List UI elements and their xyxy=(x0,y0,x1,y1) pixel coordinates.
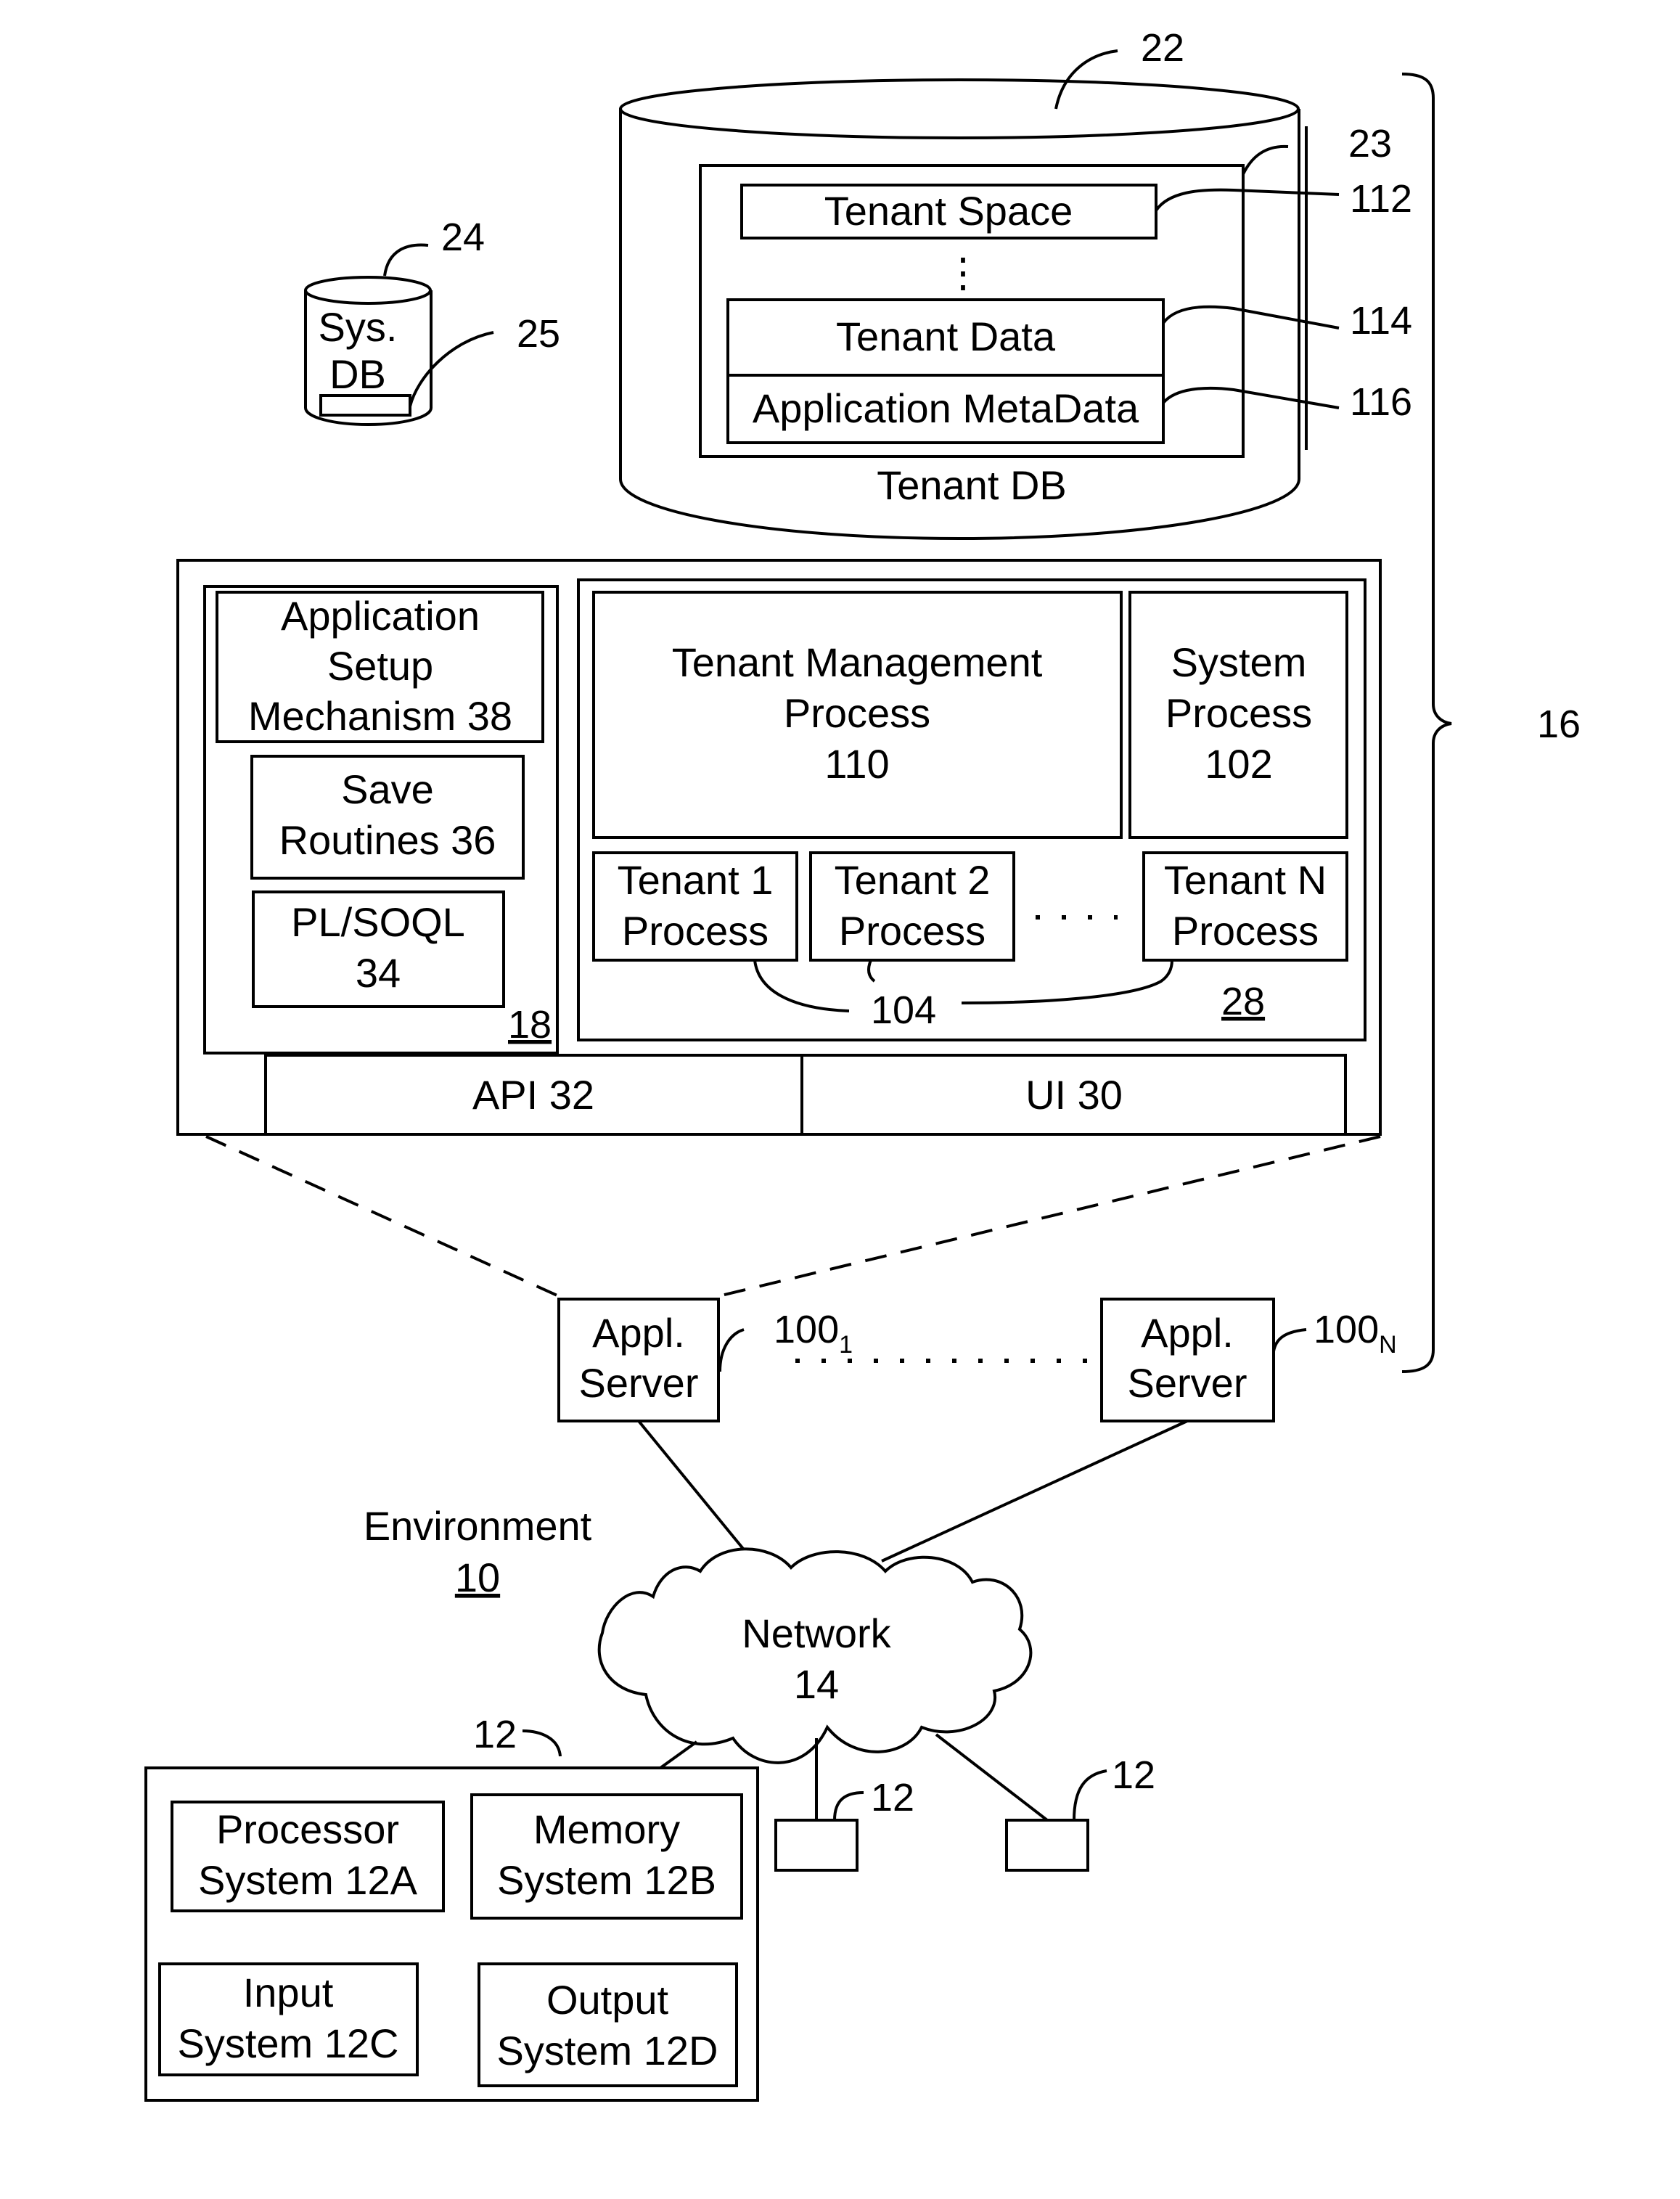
system-brace xyxy=(1401,73,1452,1373)
tenant-2-line-2: Process xyxy=(839,908,986,954)
tenant-data-label: Tenant Data xyxy=(836,314,1056,359)
ref-100-n: 100N xyxy=(1314,1308,1397,1359)
app-server-1-line-2: Server xyxy=(579,1360,699,1406)
zoom-line-left xyxy=(205,1135,560,1298)
ref-18: 18 xyxy=(508,1003,552,1047)
environment-label: Environment xyxy=(364,1503,592,1549)
tenant-mgmt-line-2: Process xyxy=(784,690,930,736)
processor-line-1: Processor xyxy=(216,1806,399,1852)
environment-ref: 10 xyxy=(455,1555,500,1600)
system-process-line-1: System xyxy=(1171,639,1307,685)
sys-db-label-1: Sys. xyxy=(319,304,398,350)
plsoql-line-2: 34 xyxy=(356,950,401,996)
ref-114: 114 xyxy=(1350,299,1412,343)
plsoql-line-1: PL/SOQL xyxy=(291,899,465,945)
app-setup-line-2: Setup xyxy=(327,643,433,689)
ref-12-main: 12 xyxy=(473,1713,517,1756)
zoom-line-right xyxy=(718,1135,1381,1298)
ref-12-second: 12 xyxy=(871,1776,914,1819)
tenant-1-line-2: Process xyxy=(622,908,769,954)
input-line-1: Input xyxy=(243,1970,334,2015)
tenant-db-label: Tenant DB xyxy=(877,462,1067,508)
ref-112: 112 xyxy=(1350,177,1412,221)
memory-line-1: Memory xyxy=(533,1806,680,1852)
tenant-1-line-1: Tenant 1 xyxy=(618,857,774,903)
sys-db-item xyxy=(319,394,411,417)
sys-db-label-2: DB xyxy=(329,351,386,397)
processor-line-2: System 12A xyxy=(198,1857,418,1903)
tenant-n-line-1: Tenant N xyxy=(1164,857,1327,903)
save-routines-line-1: Save xyxy=(341,766,434,812)
ref-22: 22 xyxy=(1141,26,1184,70)
input-line-2: System 12C xyxy=(178,2020,399,2066)
system-process-line-2: Process xyxy=(1165,690,1312,736)
app-server-n-line-2: Server xyxy=(1128,1360,1247,1406)
app-setup-line-1: Application xyxy=(281,593,480,639)
ref-16: 16 xyxy=(1537,703,1581,746)
tenant-n-line-2: Process xyxy=(1172,908,1319,954)
ui-label: UI 30 xyxy=(1025,1072,1123,1118)
api-label: API 32 xyxy=(472,1072,594,1118)
network-line-2: 14 xyxy=(794,1661,839,1707)
network-line-1: Network xyxy=(742,1610,891,1656)
tenant-space-ellipsis: ⋮ xyxy=(943,250,983,295)
memory-line-2: System 12B xyxy=(497,1857,716,1903)
output-line-1: Output xyxy=(546,1977,669,2023)
save-routines-line-2: Routines 36 xyxy=(279,817,496,863)
user-system-3-box xyxy=(1005,1819,1089,1872)
tenant-2-line-1: Tenant 2 xyxy=(835,857,991,903)
ref-25: 25 xyxy=(517,312,560,356)
output-line-2: System 12D xyxy=(497,2028,718,2073)
ref-116: 116 xyxy=(1350,380,1412,424)
app-metadata-label: Application MetaData xyxy=(753,385,1139,431)
tenant-db-cylinder: Tenant Space ⋮ Tenant Data Application M… xyxy=(619,78,1308,541)
ref-104: 104 xyxy=(871,988,936,1032)
tenant-space-label: Tenant Space xyxy=(824,188,1073,234)
app-setup-line-3: Mechanism 38 xyxy=(248,693,512,739)
ref-23: 23 xyxy=(1348,122,1392,165)
app-server-1-line-1: Appl. xyxy=(592,1310,685,1356)
app-server-n-line-1: Appl. xyxy=(1141,1310,1234,1356)
tenant-mgmt-line-3: 110 xyxy=(824,741,889,787)
user-system-2-box xyxy=(774,1819,859,1872)
ref-100-1: 1001 xyxy=(774,1308,853,1359)
system-process-line-3: 102 xyxy=(1205,741,1272,787)
ref-12-third: 12 xyxy=(1112,1753,1155,1797)
tenant-mgmt-line-1: Tenant Management xyxy=(672,639,1043,685)
ref-28: 28 xyxy=(1221,980,1265,1023)
environment-diagram: Tenant Space ⋮ Tenant Data Application M… xyxy=(144,26,1581,2102)
ref-24: 24 xyxy=(441,216,485,259)
